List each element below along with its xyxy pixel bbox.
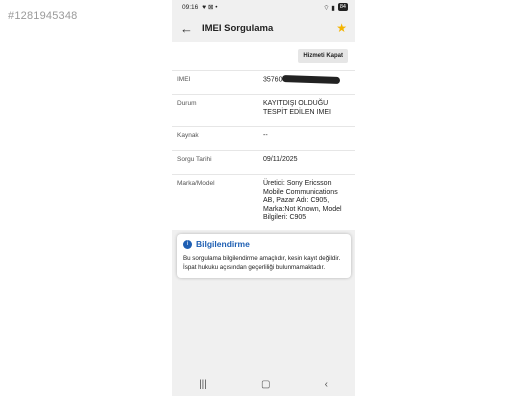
page-title: IMEI Sorgulama — [202, 22, 274, 34]
field-row-source: Kaynak -- — [172, 126, 355, 150]
field-row-model: Marka/Model Üretici: Sony Ericsson Mobil… — [172, 174, 355, 230]
field-row-status: Durum KAYITDIŞI OLDUĞU TESPİT EDİLEN IME… — [172, 94, 355, 126]
field-label: Sorgu Tarihi — [177, 156, 212, 163]
status-bar: 09:16 ♥ ⊠ • ⌔ ▮ 84 — [172, 0, 355, 14]
field-row-date: Sorgu Tarihi 09/11/2025 — [172, 150, 355, 174]
battery-badge: 84 — [337, 3, 348, 11]
info-box: i Bilgilendirme Bu sorgulama bilgilendir… — [177, 234, 351, 278]
field-value: Üretici: Sony Ericsson Mobile Communicat… — [263, 180, 342, 221]
field-row-imei: IMEI 35760 — [172, 70, 355, 94]
info-icon: i — [183, 239, 192, 249]
system-nav-bar: ||| ▢ ‹ — [172, 372, 355, 396]
phone-screen: 09:16 ♥ ⊠ • ⌔ ▮ 84 ← IMEI Sorgulama ★ Hi… — [172, 0, 355, 396]
recent-apps-icon[interactable]: ||| — [199, 379, 207, 390]
arrow-left-icon[interactable]: ← — [180, 21, 198, 36]
notification-icon: ♥ ⊠ • — [202, 4, 218, 11]
back-nav-icon[interactable]: ‹ — [325, 379, 328, 390]
result-card: Hizmeti Kapat IMEI 35760 Durum KAYITDIŞI… — [172, 42, 355, 230]
field-label: IMEI — [177, 76, 191, 83]
watermark: #1281945348 — [8, 10, 78, 22]
action-row: Hizmeti Kapat — [172, 42, 355, 70]
field-label: Durum — [177, 100, 197, 107]
field-label: Kaynak — [177, 132, 199, 139]
signal-icon: ⌔ ▮ — [323, 4, 335, 12]
info-title: Bilgilendirme — [196, 239, 250, 249]
field-value: 35760 — [263, 76, 283, 84]
redaction-mark — [282, 74, 341, 85]
app-bar: ← IMEI Sorgulama ★ — [172, 14, 355, 42]
field-value: KAYITDIŞI OLDUĞU TESPİT EDİLEN IMEI — [263, 100, 331, 116]
status-time: 09:16 — [182, 3, 199, 11]
field-value: 09/11/2025 — [263, 156, 298, 163]
info-body: Bu sorgulama bilgilendirme amaçlıdır, ke… — [183, 255, 341, 271]
field-label: Marka/Model — [177, 180, 215, 187]
close-service-button[interactable]: Hizmeti Kapat — [298, 49, 348, 63]
star-icon[interactable]: ★ — [336, 21, 347, 35]
field-value: -- — [263, 132, 268, 139]
home-icon[interactable]: ▢ — [261, 379, 270, 390]
